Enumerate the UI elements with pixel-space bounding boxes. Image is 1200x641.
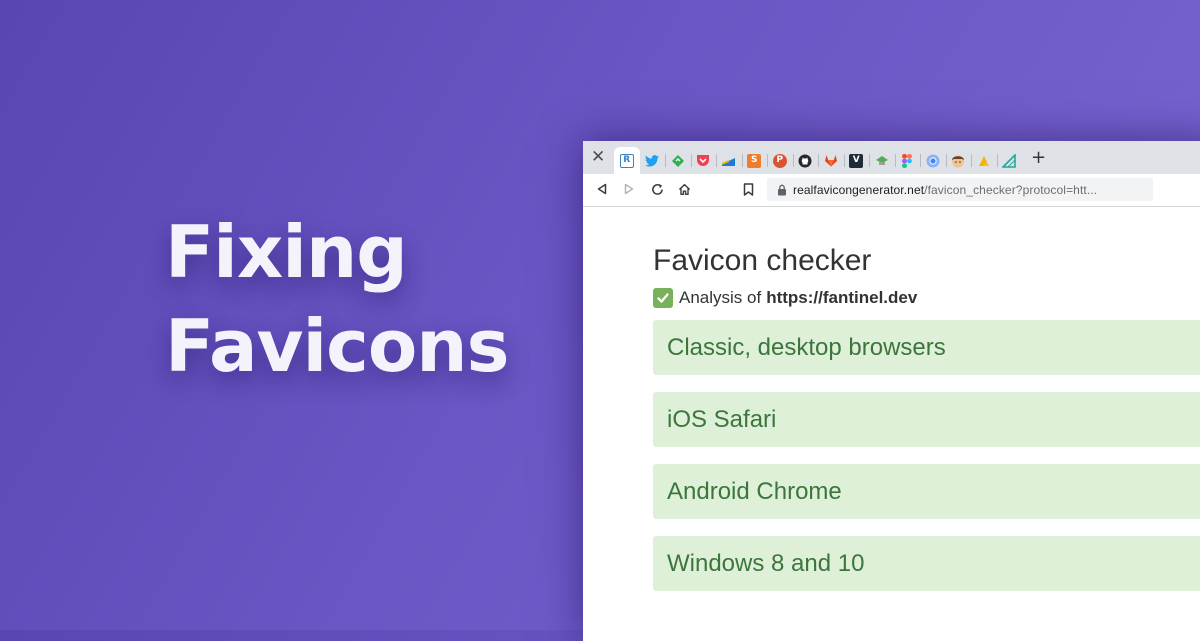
producthunt-icon: P bbox=[772, 153, 787, 168]
url-path: /favicon_checker?protocol=htt... bbox=[924, 182, 1098, 197]
url-text: realfavicongenerator.net/favicon_checker… bbox=[793, 183, 1097, 197]
tab-twitter[interactable] bbox=[640, 147, 666, 174]
analysis-target[interactable]: https://fantinel.dev bbox=[766, 287, 917, 309]
reload-button[interactable] bbox=[649, 181, 665, 197]
analysis-line: Analysis of https://fantinel.dev bbox=[653, 287, 1200, 309]
triangle-ruler-icon bbox=[1002, 153, 1017, 168]
tab-feedly[interactable] bbox=[665, 147, 691, 174]
realfavicongenerator-icon: R bbox=[619, 153, 634, 168]
tab-stack[interactable] bbox=[716, 147, 742, 174]
back-button[interactable] bbox=[594, 181, 610, 197]
feedly-icon bbox=[671, 154, 684, 167]
hero-title: Fixing Favicons bbox=[165, 205, 509, 393]
tab-figma[interactable] bbox=[894, 147, 921, 174]
tab-v-brand[interactable]: V bbox=[843, 147, 870, 174]
twitter-icon bbox=[645, 154, 660, 167]
tab-triangle-ruler[interactable] bbox=[996, 147, 1023, 174]
tab-s-brand[interactable]: S bbox=[741, 147, 768, 174]
v-brand-icon: V bbox=[849, 153, 864, 168]
hat-icon bbox=[875, 155, 888, 165]
hero-title-line-2: Favicons bbox=[165, 304, 509, 388]
url-host: realfavicongenerator.net bbox=[793, 182, 925, 197]
pocket-icon bbox=[697, 155, 710, 166]
lock-icon bbox=[778, 184, 786, 195]
tab-hat[interactable] bbox=[869, 147, 895, 174]
tab-realfavicongenerator[interactable]: R bbox=[614, 147, 640, 174]
s-brand-icon: S bbox=[747, 153, 762, 168]
analysis-prefix: Analysis of bbox=[679, 288, 762, 307]
section-android-chrome[interactable]: Android Chrome bbox=[653, 464, 1200, 519]
section-classic-desktop[interactable]: Classic, desktop browsers bbox=[653, 320, 1200, 375]
hero-title-line-1: Fixing bbox=[165, 210, 408, 294]
back-arrow-icon bbox=[597, 183, 607, 195]
page-content: Favicon checker Analysis of https://fant… bbox=[653, 241, 1200, 591]
stack-icon bbox=[721, 157, 736, 166]
tab-gitlab[interactable] bbox=[818, 147, 844, 174]
bookmark-button[interactable] bbox=[740, 181, 756, 197]
avatar-face-icon bbox=[952, 155, 965, 167]
tab-github[interactable] bbox=[792, 147, 819, 174]
reload-icon bbox=[651, 183, 663, 195]
tab-pocket[interactable] bbox=[690, 147, 717, 174]
section-windows[interactable]: Windows 8 and 10 bbox=[653, 536, 1200, 591]
section-ios-safari[interactable]: iOS Safari bbox=[653, 392, 1200, 447]
browser-window: ✕ R S P V + realfavicongenerator.net/fav… bbox=[583, 141, 1200, 641]
tab-list: R S P V bbox=[614, 147, 1022, 174]
home-button[interactable] bbox=[676, 181, 692, 197]
github-icon bbox=[798, 154, 812, 167]
page-title: Favicon checker bbox=[653, 244, 872, 277]
tab-producthunt[interactable]: P bbox=[767, 147, 793, 174]
forward-button[interactable] bbox=[621, 181, 637, 197]
figma-icon bbox=[902, 153, 913, 168]
yellow-brand-icon bbox=[978, 155, 989, 166]
check-mark-icon bbox=[653, 288, 673, 308]
new-tab-button[interactable]: + bbox=[1031, 149, 1046, 167]
browser-toolbar: realfavicongenerator.net/favicon_checker… bbox=[583, 174, 1200, 207]
tab-yellow-brand[interactable] bbox=[971, 147, 997, 174]
address-bar[interactable]: realfavicongenerator.net/favicon_checker… bbox=[767, 178, 1153, 201]
tab-avatar[interactable] bbox=[945, 147, 972, 174]
tab-strip: ✕ R S P V + bbox=[583, 141, 1200, 174]
home-icon bbox=[678, 183, 690, 195]
forward-arrow-icon bbox=[624, 183, 634, 195]
chromium-icon bbox=[926, 154, 940, 167]
tab-chromium[interactable] bbox=[920, 147, 946, 174]
bookmark-icon bbox=[743, 182, 753, 196]
close-window-icon[interactable]: ✕ bbox=[591, 147, 605, 167]
gitlab-icon bbox=[824, 155, 837, 167]
